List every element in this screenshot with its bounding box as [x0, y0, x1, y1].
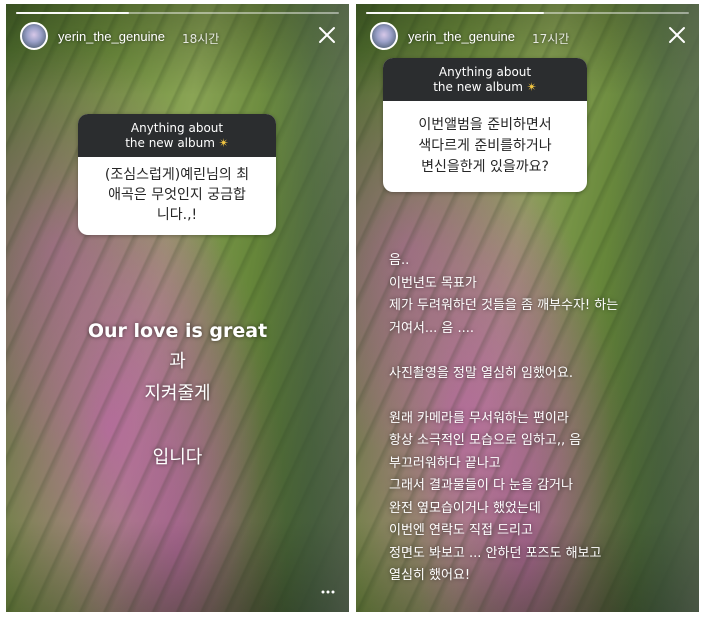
story-panel-left[interactable]: yerin_the_genuine 18시간 Anything about th…: [6, 4, 349, 612]
question-header-line: Anything about: [438, 65, 532, 79]
answer-text: 음.. 이번년도 목표가 제가 두려워하던 것들을 좀 깨부수자! 하는 거여서…: [389, 250, 618, 588]
story-header: yerin_the_genuine 18시간: [16, 20, 339, 54]
story-header: yerin_the_genuine 17시간: [366, 20, 689, 54]
question-text: (조심스럽게)예린님의 최 애곡은 무엇인지 궁금합 니다.,!: [78, 157, 276, 235]
question-line: 니다.,!: [156, 207, 198, 223]
close-icon[interactable]: [665, 23, 689, 47]
username[interactable]: yerin_the_genuine: [58, 29, 165, 44]
question-header-line: Anything about: [130, 121, 224, 135]
answer-line: [389, 340, 618, 363]
story-panel-right[interactable]: yerin_the_genuine 17시간 Anything about th…: [356, 4, 699, 612]
post-time: 18시간: [182, 32, 220, 46]
answer-line: 거여서... 음 ....: [389, 320, 475, 336]
answer-line: 완전 옆모습이거나 했었는데: [389, 500, 541, 516]
answer-line: 정면도 봐보고 ... 안하던 포즈도 해보고: [389, 545, 602, 561]
story-progress-fill: [16, 12, 130, 14]
avatar[interactable]: [20, 22, 48, 50]
answer-line: 이번년도 목표가: [389, 275, 477, 291]
answer-line: 지켜줄게: [144, 383, 211, 404]
answer-line: 이번엔 연락도 직접 드리고: [389, 523, 533, 538]
sparkle-star-icon: ✴: [526, 80, 537, 94]
answer-line: 부끄러워하다 끝나고: [389, 455, 501, 471]
question-sticker-header: Anything about the new album ✴: [383, 58, 587, 101]
question-header-line: the new album: [125, 136, 215, 150]
story-progress-fill: [366, 12, 544, 14]
answer-line: 음..: [389, 253, 410, 268]
username[interactable]: yerin_the_genuine: [408, 29, 515, 44]
answer-line: 입니다: [152, 447, 203, 468]
answer-line: [389, 385, 618, 408]
question-sticker-header: Anything about the new album ✴: [78, 114, 276, 157]
more-options-icon[interactable]: [321, 590, 335, 594]
answer-line: 항상 소극적인 모습으로 임하고,, 음: [389, 433, 582, 448]
question-line: 이번앨범을 준비하면서: [418, 117, 552, 133]
question-line: 변신을한게 있을까요?: [421, 159, 549, 175]
story-progress-bar: [366, 12, 689, 14]
close-icon[interactable]: [315, 23, 339, 47]
post-time: 17시간: [532, 32, 570, 46]
question-header-line: the new album: [433, 80, 523, 94]
answer-line: Our love is great: [87, 320, 268, 342]
question-text: 이번앨범을 준비하면서 색다르게 준비를하거나 변신을한게 있을까요?: [383, 101, 587, 192]
answer-line: 사진촬영을 정말 열심히 임했어요.: [389, 365, 573, 381]
avatar[interactable]: [370, 22, 398, 50]
answer-line: 원래 카메라를 무서워하는 편이라: [389, 410, 569, 426]
sparkle-star-icon: ✴: [218, 136, 229, 150]
question-line: (조심스럽게)예린님의 최: [104, 167, 250, 183]
story-progress-bar: [16, 12, 339, 14]
question-line: 색다르게 준비를하거나: [418, 138, 552, 154]
question-sticker[interactable]: Anything about the new album ✴ 이번앨범을 준비하…: [383, 58, 587, 192]
answer-line: 그래서 결과물들이 다 눈을 감거나: [389, 478, 573, 493]
question-sticker[interactable]: Anything about the new album ✴ (조심스럽게)예린…: [78, 114, 276, 235]
answer-line: [6, 410, 349, 442]
question-line: 애곡은 무엇인지 궁금합: [108, 187, 246, 203]
answer-text: Our love is great 과 지켜줄게 입니다: [6, 316, 349, 474]
answer-line: 제가 두려워하던 것들을 좀 깨부수자! 하는: [389, 298, 619, 313]
answer-line: 과: [169, 351, 186, 372]
answer-line: 열심히 했어요!: [389, 568, 471, 583]
